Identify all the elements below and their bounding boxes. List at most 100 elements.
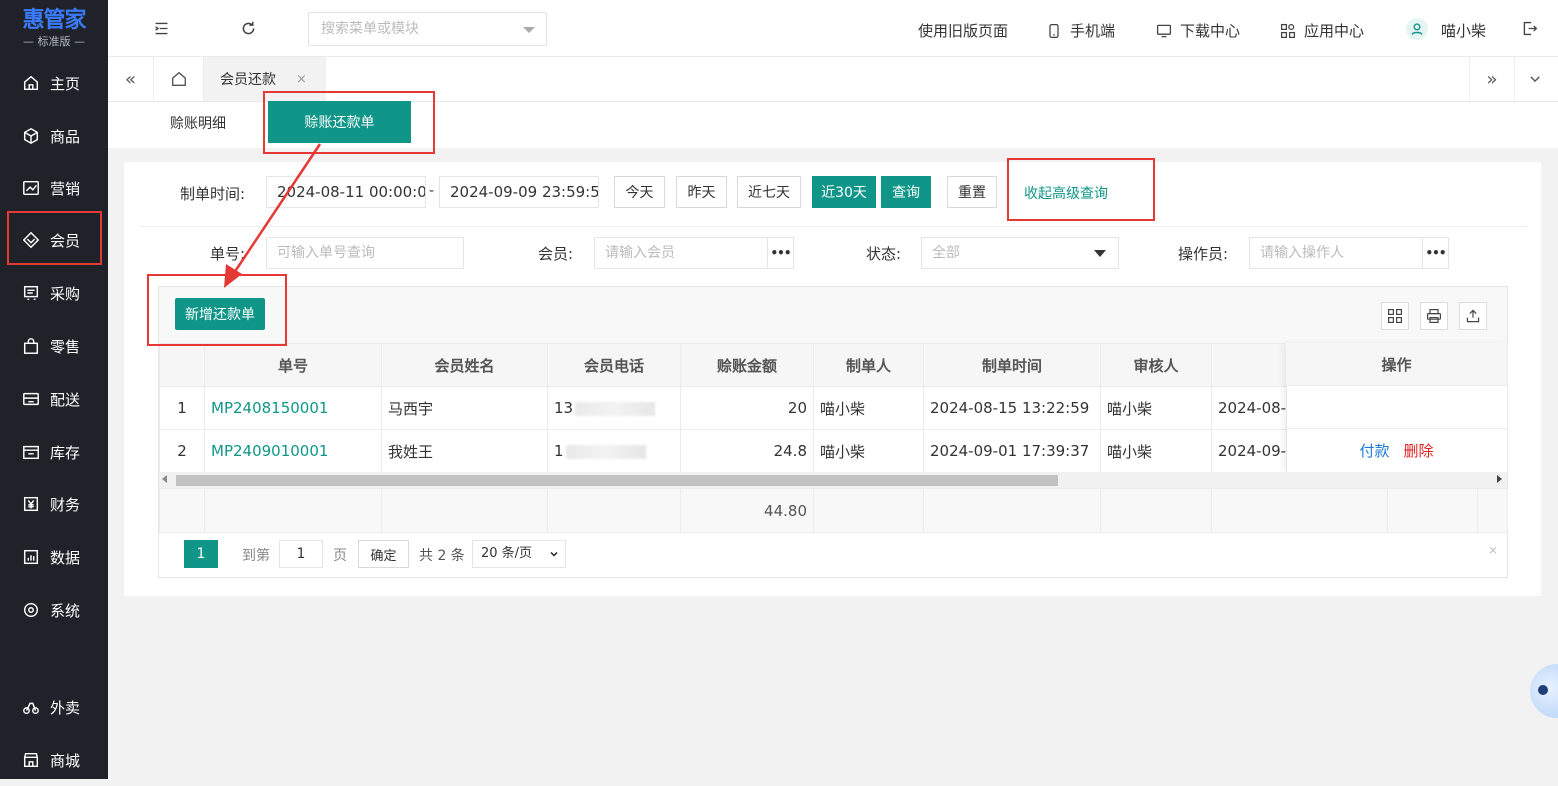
mobile-link[interactable]: 手机端 <box>1046 20 1115 41</box>
chevron-down-icon <box>523 27 535 33</box>
sidebar-item-goods[interactable]: 商品 <box>0 110 108 162</box>
page-size-select[interactable]: 20 条/页 <box>472 540 566 568</box>
member-label: 会员: <box>538 245 574 263</box>
home-tab-icon[interactable] <box>154 57 204 101</box>
subtab-repay-order[interactable]: 赊账还款单 <box>268 101 411 143</box>
pay-link[interactable]: 付款 <box>1359 440 1389 461</box>
user-name[interactable]: 喵小柴 <box>1441 20 1486 41</box>
col-amount[interactable]: 赊账金额 <box>680 343 814 387</box>
order-no-link[interactable]: MP2408150001 <box>204 386 382 430</box>
query-button[interactable]: 查询 <box>881 176 931 208</box>
sidebar-item-delivery[interactable]: 配送 <box>0 373 108 425</box>
cell-blank <box>159 488 205 533</box>
reset-button[interactable]: 重置 <box>947 176 997 208</box>
tabs-scroll-right-icon[interactable]: » <box>1469 57 1515 101</box>
more-icon[interactable]: ••• <box>767 238 793 268</box>
col-auditor[interactable]: 审核人 <box>1100 343 1212 387</box>
apps-label: 应用中心 <box>1304 22 1365 40</box>
cell-blank <box>923 488 1101 533</box>
status-label: 状态: <box>866 245 902 263</box>
col-order-no[interactable]: 单号 <box>204 343 382 387</box>
apps-grid-icon <box>1280 23 1296 38</box>
home-icon <box>22 74 40 92</box>
order-no-link[interactable]: MP2409010001 <box>204 429 382 473</box>
sidebar-item-data[interactable]: 数据 <box>0 531 108 583</box>
date-end-input[interactable]: 2024-09-09 23:59:59 <box>439 176 599 208</box>
monitor-icon <box>1156 24 1172 37</box>
cell-blank <box>381 488 548 533</box>
menu-collapse-icon[interactable] <box>153 20 170 41</box>
status-select[interactable]: 全部 <box>921 237 1119 269</box>
cell-blank <box>1100 488 1212 533</box>
resize-icon[interactable]: ⨯ <box>1488 544 1498 556</box>
operator-label: 操作员: <box>1178 245 1229 263</box>
page-unit: 页 <box>333 548 347 564</box>
shop-icon <box>22 751 40 769</box>
row-index: 1 <box>159 386 205 430</box>
sidebar-item-finance[interactable]: 财务 <box>0 478 108 530</box>
close-icon[interactable]: × <box>296 72 307 87</box>
yesterday-button[interactable]: 昨天 <box>676 176 727 208</box>
cell-blank <box>1387 488 1478 533</box>
tab-member-repay[interactable]: 会员还款 × <box>204 57 326 101</box>
sidebar-item-mall[interactable]: 商城 <box>0 734 108 786</box>
sidebar-item-retail[interactable]: 零售 <box>0 320 108 372</box>
logout-icon[interactable] <box>1521 20 1538 41</box>
operator-input[interactable]: 请输入操作人 ••• <box>1249 237 1449 269</box>
scroll-left-arrow-icon[interactable] <box>162 475 167 483</box>
subtab-credit-detail[interactable]: 赊账明细 <box>170 113 226 133</box>
goto-page-input[interactable]: 1 <box>279 540 323 568</box>
scroll-right-arrow-icon[interactable] <box>1497 475 1502 483</box>
chevron-down-icon <box>1094 250 1106 257</box>
more-icon[interactable]: ••• <box>1422 238 1448 268</box>
sidebar-item-home[interactable]: 主页 <box>0 57 108 109</box>
today-button[interactable]: 今天 <box>614 176 665 208</box>
sidebar-item-member[interactable]: 会员 <box>0 214 108 266</box>
sidebar-item-system[interactable]: 系统 <box>0 584 108 636</box>
refresh-icon[interactable] <box>240 20 257 41</box>
scrollbar-thumb[interactable] <box>176 475 1058 486</box>
sidebar-item-marketing[interactable]: 营销 <box>0 162 108 214</box>
assistant-bot-icon[interactable] <box>1530 664 1558 718</box>
goto-confirm-button[interactable]: 确定 <box>358 540 409 568</box>
delete-link[interactable]: 删除 <box>1404 440 1434 461</box>
page-current[interactable]: 1 <box>184 540 218 568</box>
collapse-advanced-link[interactable]: 收起高级查询 <box>1024 183 1108 203</box>
col-member-name[interactable]: 会员姓名 <box>381 343 548 387</box>
cell-blank <box>547 488 681 533</box>
old-page-link[interactable]: 使用旧版页面 <box>918 20 1008 41</box>
maker: 喵小柴 <box>813 429 924 473</box>
chevron-down-icon <box>550 551 558 557</box>
cell-blank <box>1211 488 1388 533</box>
member-input[interactable]: 请输入会员 ••• <box>594 237 794 269</box>
divider <box>140 226 1526 227</box>
sidebar-item-stock[interactable]: 库存 <box>0 426 108 478</box>
page-size-value: 20 条/页 <box>481 546 533 561</box>
avatar[interactable] <box>1406 18 1428 40</box>
download-center-link[interactable]: 下载中心 <box>1156 20 1240 41</box>
columns-icon[interactable] <box>1381 302 1409 330</box>
print-icon[interactable] <box>1420 302 1448 330</box>
col-member-phone[interactable]: 会员电话 <box>547 343 681 387</box>
menu-search-input[interactable]: 搜索菜单或模块 <box>308 12 547 46</box>
col-maker[interactable]: 制单人 <box>813 343 924 387</box>
yen-icon <box>22 495 40 513</box>
add-repay-order-button[interactable]: 新增还款单 <box>175 298 265 330</box>
member-name: 我姓王 <box>381 429 548 473</box>
app-center-link[interactable]: 应用中心 <box>1280 20 1364 41</box>
phone-icon <box>1049 23 1059 38</box>
last30-button[interactable]: 近30天 <box>812 176 876 208</box>
app-logo[interactable]: 惠管家 — 标准版 — <box>0 0 108 57</box>
tabs-scroll-left-icon[interactable]: « <box>108 57 154 101</box>
redacted-phone <box>565 444 646 459</box>
table-toolbar <box>159 287 1507 343</box>
tabs-menu-chevron-icon[interactable] <box>1512 57 1558 101</box>
phone-prefix: 1 <box>554 442 564 460</box>
member-placeholder: 请输入会员 <box>605 245 675 261</box>
tab-label: 会员还款 <box>220 72 276 88</box>
col-make-time[interactable]: 制单时间 <box>923 343 1101 387</box>
export-icon[interactable] <box>1459 302 1487 330</box>
last7-button[interactable]: 近七天 <box>737 176 801 208</box>
sidebar-item-takeout[interactable]: 外卖 <box>0 681 108 733</box>
sidebar-item-purchase[interactable]: 采购 <box>0 267 108 319</box>
